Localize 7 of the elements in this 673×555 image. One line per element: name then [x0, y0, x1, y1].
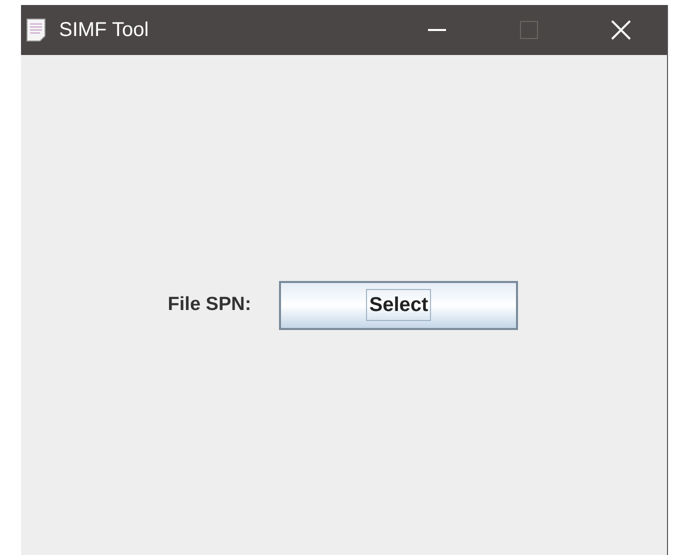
close-icon	[611, 20, 631, 40]
maximize-icon	[520, 21, 538, 39]
field-label: File SPN:	[168, 292, 252, 317]
document-icon	[25, 18, 47, 42]
select-button[interactable]: Select	[279, 280, 518, 330]
minimize-icon	[428, 29, 446, 31]
window-title: SIMF Tool	[59, 18, 149, 43]
